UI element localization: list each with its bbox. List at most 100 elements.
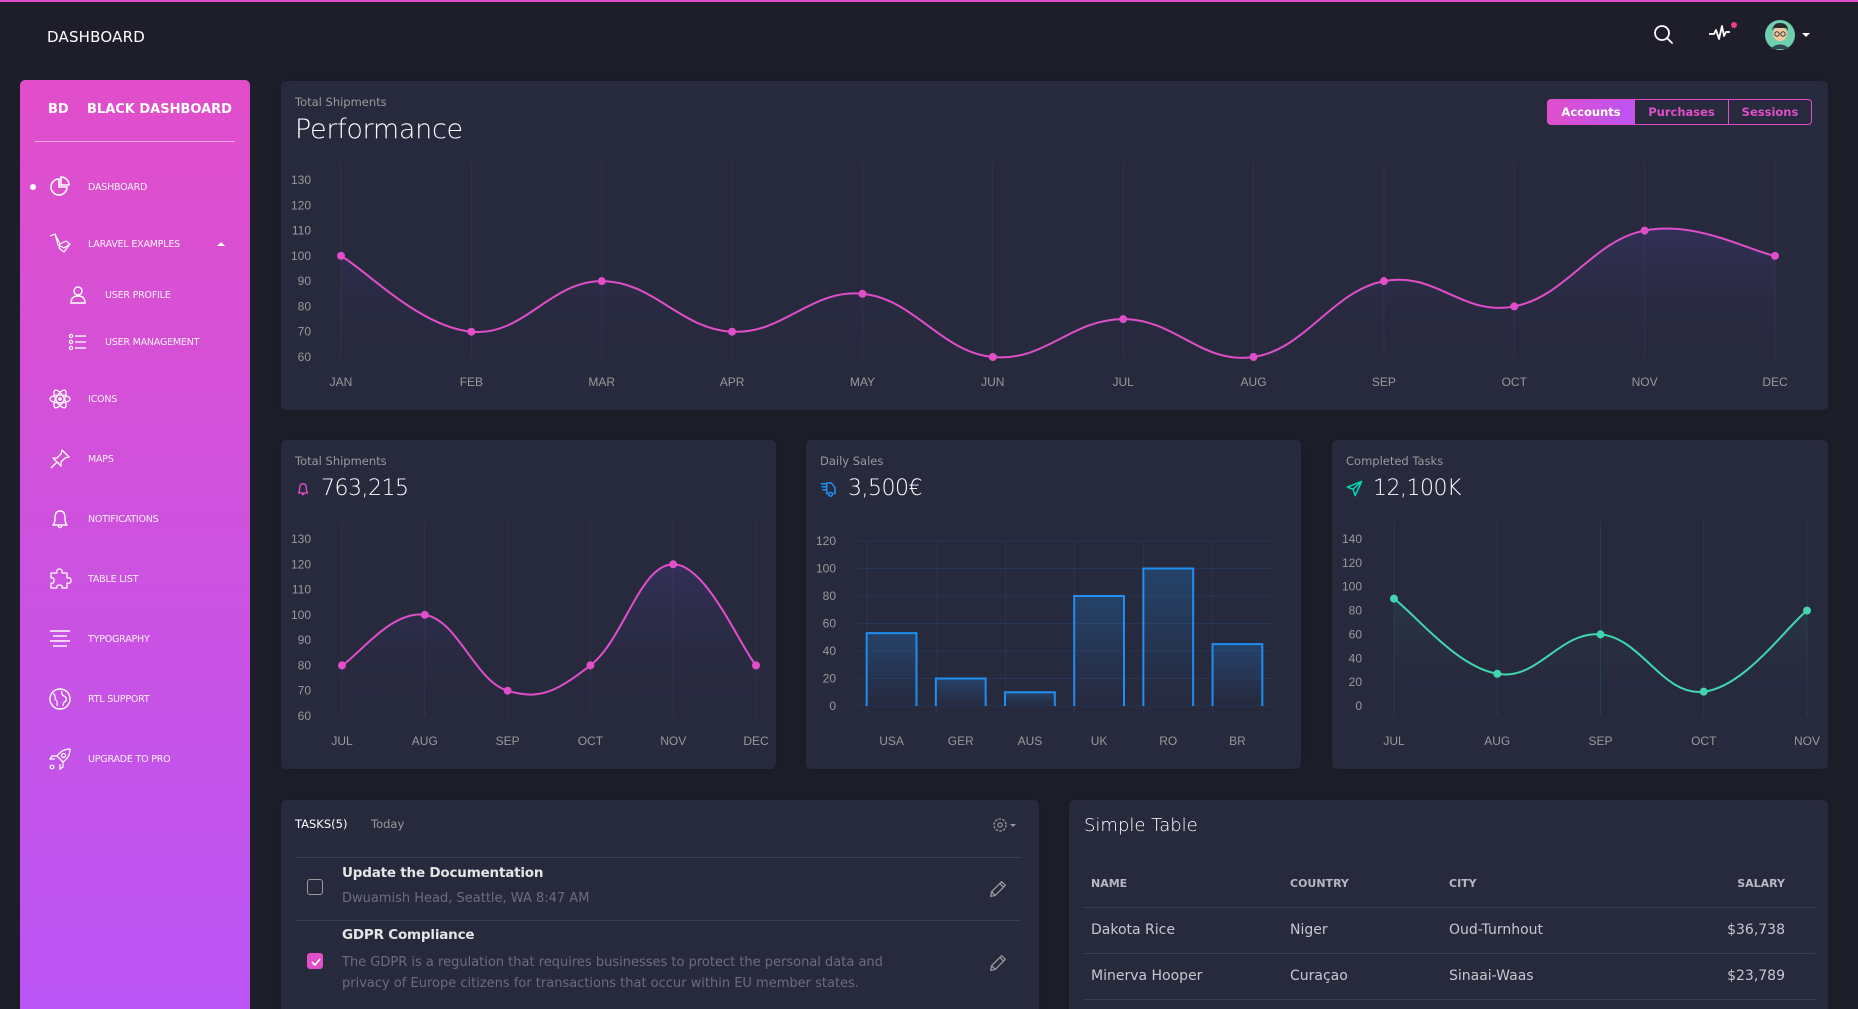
x-tick-label: DEC: [743, 734, 769, 748]
sidebar: BD BLACK DASHBOARD DASHBOARD LARAVEL EXA…: [20, 80, 250, 1009]
align-center-icon: [48, 627, 72, 651]
x-tick-label: OCT: [578, 734, 604, 748]
x-tick-label: USA: [879, 734, 904, 748]
spaceship-icon: [48, 747, 72, 771]
sidebar-item-dashboard[interactable]: DASHBOARD: [20, 170, 250, 204]
avatar: [1764, 19, 1814, 51]
data-point: [1597, 630, 1605, 638]
performance-chart: 60708090100110120130JANFEBMARAPRMAYJUNJU…: [281, 81, 1828, 410]
y-tick-label: 100: [291, 249, 311, 263]
table-row: Dakota Rice Niger Oud-Turnhout $36,738: [1084, 907, 1815, 953]
data-point: [1250, 353, 1258, 361]
sidebar-item-label: MAPS: [88, 454, 114, 465]
column-header-salary: SALARY: [1634, 860, 1815, 907]
sidebar-item-label: ICONS: [88, 394, 117, 405]
sidebar-item-label: UPGRADE TO PRO: [88, 754, 170, 765]
shipments-chart: 60708090100110120130JULAUGSEPOCTNOVDEC: [281, 440, 776, 769]
x-tick-label: AUG: [412, 734, 438, 748]
y-tick-label: 70: [298, 684, 312, 698]
sidebar-item-upgrade-to-pro[interactable]: UPGRADE TO PRO: [20, 742, 250, 776]
x-tick-label: JUL: [1113, 375, 1135, 389]
notifications-button[interactable]: [1708, 22, 1740, 46]
navbar-brand[interactable]: DASHBOARD: [47, 28, 145, 46]
simple-table-card: Simple Table NAME COUNTRY CITY SALARY Da…: [1069, 800, 1828, 1009]
sidebar-item-notifications[interactable]: NOTIFICATIONS: [20, 502, 250, 536]
data-point: [858, 290, 866, 298]
sidebar-item-typography[interactable]: TYPOGRAPHY: [20, 622, 250, 656]
top-accent-line: [0, 0, 1858, 2]
x-tick-label: SEP: [1588, 734, 1612, 748]
data-point: [1641, 227, 1649, 235]
logo-mini[interactable]: BD: [48, 102, 69, 117]
chart-pie-icon: [48, 175, 72, 199]
cell-country: Niger: [1283, 907, 1442, 953]
data-point: [989, 353, 997, 361]
settings-dropdown[interactable]: [991, 816, 1021, 834]
x-tick-label: JUN: [981, 375, 1004, 389]
area-fill: [342, 564, 756, 716]
sidebar-item-maps[interactable]: MAPS: [20, 442, 250, 476]
gear-icon: [991, 816, 1021, 834]
table-row: Minerva Hooper Curaçao Sinaai-Waas $23,7…: [1084, 953, 1815, 999]
data-point: [338, 661, 346, 669]
check-icon: [309, 955, 323, 969]
sidebar-item-icons[interactable]: ICONS: [20, 382, 250, 416]
sidebar-logo[interactable]: BD BLACK DASHBOARD: [20, 102, 250, 122]
y-tick-label: 120: [1342, 556, 1362, 570]
data-point: [728, 328, 736, 336]
x-tick-label: DEC: [1762, 375, 1788, 389]
y-tick-label: 40: [1349, 651, 1363, 665]
y-tick-label: 120: [816, 534, 836, 548]
sidebar-item-table-list[interactable]: TABLE LIST: [20, 562, 250, 596]
y-tick-label: 20: [823, 672, 837, 686]
bar-fill: [1074, 596, 1124, 706]
y-tick-label: 0: [829, 699, 836, 713]
pencil-icon[interactable]: [987, 878, 1009, 900]
data-point: [504, 687, 512, 695]
x-tick-label: OCT: [1691, 734, 1717, 748]
sidebar-item-laravel-examples[interactable]: LARAVEL EXAMPLES: [20, 227, 250, 261]
x-tick-label: MAY: [850, 375, 875, 389]
caret-down-icon: [1010, 824, 1016, 827]
pin-icon: [48, 447, 72, 471]
cell-name: Dakota Rice: [1084, 907, 1283, 953]
x-tick-label: GER: [948, 734, 974, 748]
x-tick-label: AUS: [1018, 734, 1043, 748]
sidebar-item-label: USER PROFILE: [105, 290, 171, 301]
task-checkbox[interactable]: [307, 879, 323, 895]
data-point: [1700, 688, 1708, 696]
y-tick-label: 120: [291, 557, 311, 571]
laravel-icon: [48, 232, 72, 256]
sidebar-item-user-management[interactable]: USER MANAGEMENT: [20, 325, 250, 359]
task-row: Update the Documentation Dwuamish Head, …: [295, 857, 1021, 920]
column-header-city: CITY: [1442, 860, 1634, 907]
y-tick-label: 90: [298, 274, 312, 288]
pencil-icon[interactable]: [987, 952, 1009, 974]
data-point: [1803, 607, 1811, 615]
data-point: [598, 277, 606, 285]
bar-fill: [936, 679, 986, 707]
simple-table: NAME COUNTRY CITY SALARY Dakota Rice Nig…: [1084, 860, 1815, 1000]
bell-icon: [48, 507, 72, 531]
data-point: [1510, 302, 1518, 310]
y-tick-label: 80: [298, 299, 312, 313]
y-tick-label: 110: [292, 583, 311, 597]
data-point: [586, 661, 594, 669]
logo-text[interactable]: BLACK DASHBOARD: [87, 102, 232, 117]
user-menu-toggle[interactable]: [1764, 19, 1814, 51]
bar-fill: [1143, 569, 1193, 707]
sidebar-item-user-profile[interactable]: USER PROFILE: [20, 278, 250, 312]
performance-card: Total Shipments Performance Accounts Pur…: [281, 81, 1828, 410]
cell-city: Oud-Turnhout: [1442, 907, 1634, 953]
tasks-title: TASKS(5): [295, 817, 347, 831]
task-checkbox[interactable]: [307, 953, 323, 969]
sidebar-item-rtl-support[interactable]: RTL SUPPORT: [20, 682, 250, 716]
active-indicator: [30, 184, 36, 190]
x-tick-label: BR: [1229, 734, 1246, 748]
search-button[interactable]: [1652, 23, 1676, 47]
data-point: [467, 328, 475, 336]
y-tick-label: 60: [823, 617, 837, 631]
x-tick-label: FEB: [460, 375, 483, 389]
column-header-country: COUNTRY: [1283, 860, 1442, 907]
sidebar-item-label: TABLE LIST: [88, 574, 138, 585]
